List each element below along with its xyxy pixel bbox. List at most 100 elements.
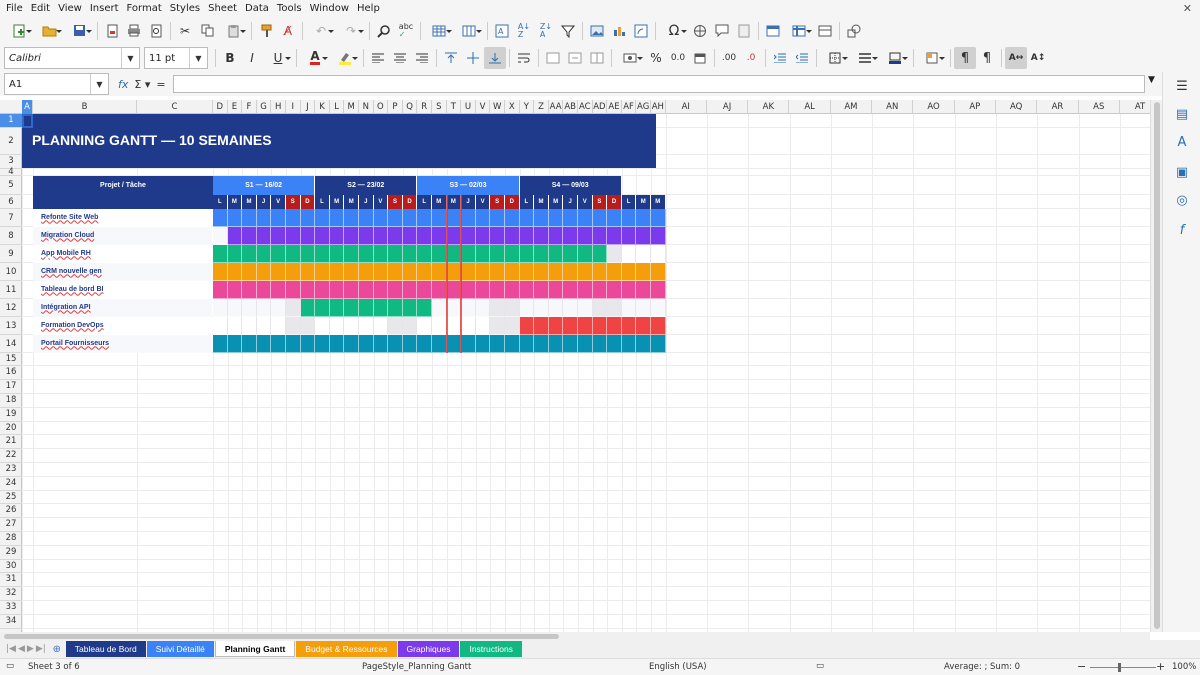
gantt-bar-cell[interactable] [329,208,345,227]
gantt-bar-cell[interactable] [359,244,374,263]
gantt-bar-cell[interactable] [402,262,418,281]
column-header[interactable]: A [22,100,33,114]
column-header[interactable]: AS [1079,100,1120,114]
open-folder-icon[interactable] [34,20,64,42]
column-header[interactable]: AM [831,100,873,114]
gantt-bar-cell[interactable] [227,280,243,299]
gantt-empty-cell[interactable] [227,298,243,317]
freeze-rows-columns-icon[interactable] [784,20,814,42]
redo-icon[interactable]: ↷ [336,20,366,42]
column-header[interactable]: AG [636,100,651,114]
gantt-bar-cell[interactable] [213,244,228,263]
gantt-bar-cell[interactable] [271,334,286,353]
merge-center-icon[interactable] [542,47,564,69]
column-header[interactable]: AQ [996,100,1038,114]
gantt-empty-cell[interactable] [256,316,272,335]
gantt-bar-cell[interactable] [519,244,535,263]
decrease-indent-icon[interactable] [791,47,813,69]
gantt-bar-cell[interactable] [534,208,549,227]
gantt-bar-cell[interactable] [359,334,374,353]
gantt-empty-cell[interactable] [505,298,520,317]
gantt-empty-cell[interactable] [242,316,257,335]
gantt-bar-cell[interactable] [256,208,272,227]
gantt-bar-cell[interactable] [402,226,418,245]
gantt-bar-cell[interactable] [242,262,257,281]
gantt-bar-cell[interactable] [563,316,578,335]
column-header[interactable]: W [490,100,505,114]
font-color-icon[interactable]: A [300,47,330,69]
gantt-bar-cell[interactable] [636,208,651,227]
gantt-bar-cell[interactable] [490,244,505,263]
menu-tools[interactable]: Tools [273,0,306,17]
date-format-icon[interactable] [689,47,711,69]
column-header[interactable]: AK [748,100,790,114]
font-name-combobox[interactable]: Calibri ▼ [4,47,140,69]
gantt-bar-cell[interactable] [359,262,374,281]
task-name[interactable]: Tableau de bord BI [33,280,212,299]
underline-button[interactable]: U [263,47,293,69]
zoom-out-button[interactable]: − [1077,660,1086,673]
row-header[interactable]: 7 [0,209,22,227]
gantt-bar-cell[interactable] [300,298,316,317]
gantt-bar-cell[interactable] [461,244,476,263]
column-header[interactable]: O [374,100,389,114]
gantt-empty-cell[interactable] [344,316,359,335]
column-header[interactable]: AD [593,100,608,114]
column-header[interactable]: B [33,100,137,114]
gantt-empty-cell[interactable] [534,298,549,317]
pivot-table-icon[interactable] [630,20,652,42]
language[interactable]: English (USA) [649,662,707,672]
first-sheet-icon[interactable]: |◀ [6,644,16,654]
row-header[interactable]: 11 [0,281,22,299]
gantt-bar-cell[interactable] [621,334,637,353]
row-header[interactable]: 1 [0,114,22,128]
row-header[interactable]: 2 [0,128,22,155]
headers-footers-icon[interactable] [733,20,755,42]
gantt-bar-cell[interactable] [578,316,593,335]
align-bottom-icon[interactable] [484,47,506,69]
gantt-bar-cell[interactable] [315,208,330,227]
row-header[interactable]: 24 [0,477,22,491]
column-header[interactable]: AR [1037,100,1079,114]
gantt-bar-cell[interactable] [417,208,432,227]
gantt-bar-cell[interactable] [329,262,345,281]
gantt-bar-cell[interactable] [344,298,359,317]
gantt-bar-cell[interactable] [592,280,608,299]
gantt-bar-cell[interactable] [432,226,447,245]
row-header[interactable]: 17 [0,380,22,394]
chevron-down-icon[interactable]: ▼ [90,74,108,94]
gantt-bar-cell[interactable] [417,280,432,299]
gantt-bar-cell[interactable] [461,280,476,299]
row-icon[interactable] [424,20,454,42]
row-header[interactable]: 4 [0,167,22,176]
gantt-bar-cell[interactable] [329,226,345,245]
gantt-bar-cell[interactable] [271,208,286,227]
styles-icon[interactable]: A [1173,134,1191,152]
gantt-bar-cell[interactable] [402,208,418,227]
gantt-bar-cell[interactable] [315,334,330,353]
gantt-empty-cell[interactable] [651,298,666,317]
gantt-bar-cell[interactable] [578,280,593,299]
next-sheet-icon[interactable]: ▶ [27,644,34,654]
close-document-icon[interactable]: ✕ [1183,2,1192,15]
gantt-bar-cell[interactable] [505,226,520,245]
column-header[interactable]: AF [622,100,637,114]
column-header[interactable]: AT [1120,100,1150,114]
gantt-bar-cell[interactable] [388,244,403,263]
text-direction-ltr-icon[interactable]: ¶ [954,47,976,69]
gantt-bar-cell[interactable] [490,334,505,353]
column-header[interactable]: AE [607,100,622,114]
row-header[interactable]: 30 [0,560,22,574]
cell-area[interactable]: PLANNING GANTT — 10 SEMAINES Projet / Tâ… [22,114,1150,632]
previous-sheet-icon[interactable]: ◀ [18,644,25,654]
gantt-bar-cell[interactable] [446,244,462,263]
column-header[interactable]: AL [790,100,831,114]
highlight-color-icon[interactable] [330,47,360,69]
gantt-bar-cell[interactable] [592,244,608,263]
gantt-bar-cell[interactable] [475,334,491,353]
row-header[interactable]: 21 [0,435,22,450]
gantt-bar-cell[interactable] [446,280,462,299]
zoom-in-button[interactable]: + [1156,660,1165,673]
column-header[interactable]: L [330,100,345,114]
gantt-bar-cell[interactable] [373,244,389,263]
